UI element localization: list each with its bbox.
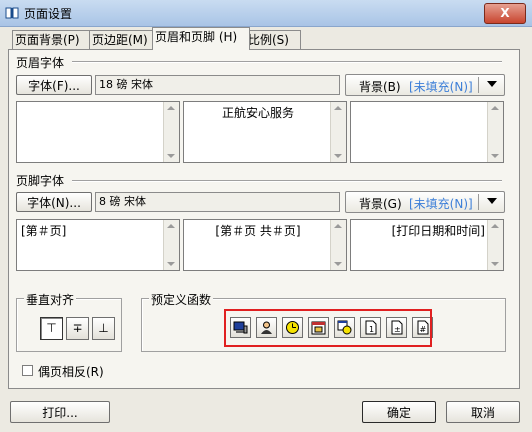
footer-center-scrollbar[interactable] [330,220,346,270]
scroll-up-icon [167,106,175,110]
scroll-down-icon [334,154,342,158]
ok-button[interactable]: 确定 [362,401,436,423]
scroll-up-icon [334,224,342,228]
title-bar: 页面设置 X [0,0,532,27]
cancel-button[interactable]: 取消 [446,401,520,423]
footer-left-text[interactable]: [第＃页] [16,219,180,271]
chevron-down-icon [487,198,497,204]
header-right-scrollbar[interactable] [487,102,503,162]
footer-background-value: [未填充(N)] [409,197,473,211]
scroll-up-icon [334,106,342,110]
chevron-down-icon [487,81,497,87]
scroll-up-icon [491,106,499,110]
header-center-scrollbar[interactable] [330,102,346,162]
footer-center-text[interactable]: [第＃页 共＃页] [183,219,347,271]
scroll-down-icon [167,262,175,266]
scroll-up-icon [167,224,175,228]
footer-background-combo[interactable]: 背景(G) [未填充(N)] [345,191,505,213]
header-font-button[interactable]: 字体(F)... [16,75,92,95]
footer-font-value: 8 磅 宋体 [95,192,340,212]
mirror-pages-label: 偶页相反(R) [38,365,104,379]
header-font-group-label: 页眉字体 [16,56,65,70]
header-left-text[interactable] [16,101,180,163]
close-button[interactable]: X [484,3,526,24]
book-icon [5,7,19,19]
header-font-value: 18 磅 宋体 [95,75,340,95]
print-button[interactable]: 打印... [10,401,110,423]
tab-page-background[interactable]: 页面背景(P) [12,30,94,49]
mirror-pages-checkbox[interactable] [22,365,33,376]
header-center-text[interactable]: 正航安心服务 [183,101,347,163]
align-top-button[interactable]: ⊤ [40,317,63,340]
footer-right-scrollbar[interactable] [487,220,503,270]
header-background-label: 背景(B) [359,80,401,94]
align-bottom-button[interactable]: ⊥ [92,317,115,340]
header-background-value: [未填充(N)] [409,80,473,94]
footer-font-button[interactable]: 字体(N)... [16,192,92,212]
predefined-functions-label: 预定义函数 [149,291,214,308]
header-left-scrollbar[interactable] [163,102,179,162]
footer-background-label: 背景(G) [359,197,402,211]
vertical-align-label: 垂直对齐 [24,291,77,308]
window-title: 页面设置 [24,7,73,21]
highlight-frame [224,309,432,347]
footer-right-text[interactable]: [打印日期和时间] [350,219,504,271]
tab-scale[interactable]: 比例(S) [245,30,301,49]
align-middle-button[interactable]: ∓ [66,317,89,340]
tab-margins[interactable]: 页边距(M) [89,30,157,49]
tab-header-footer[interactable]: 页眉和页脚 (H) [152,27,250,50]
header-right-text[interactable] [350,101,504,163]
scroll-down-icon [334,262,342,266]
footer-font-group-label: 页脚字体 [16,174,65,188]
scroll-down-icon [491,154,499,158]
scroll-up-icon [491,224,499,228]
footer-divider [72,180,502,182]
scroll-down-icon [167,154,175,158]
header-divider [72,61,502,63]
footer-left-scrollbar[interactable] [163,220,179,270]
scroll-down-icon [491,262,499,266]
header-background-combo[interactable]: 背景(B) [未填充(N)] [345,74,505,96]
